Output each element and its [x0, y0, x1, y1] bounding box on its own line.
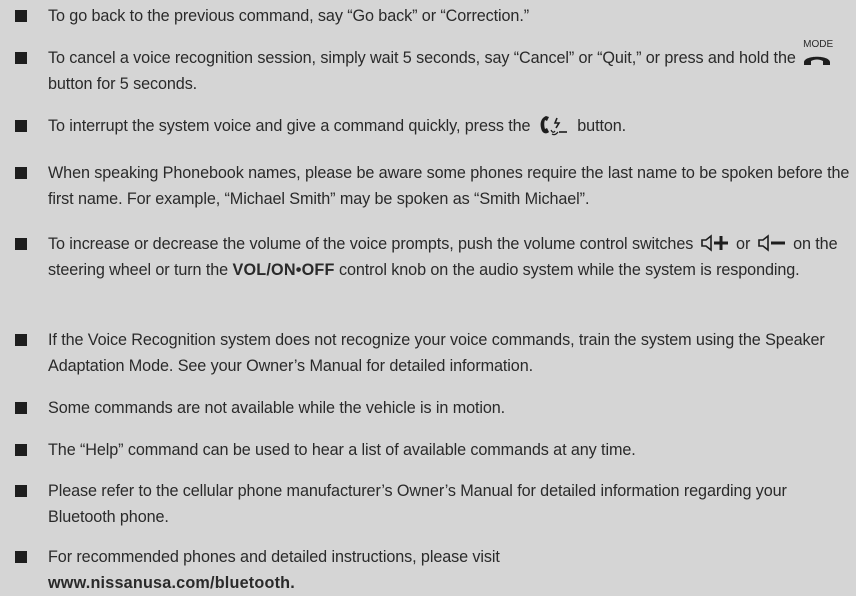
- bullet-square: [15, 52, 27, 64]
- volume-up-icon: [700, 234, 728, 252]
- bullet-square: [15, 444, 27, 456]
- tip-text: Please refer to the cellular phone manuf…: [48, 482, 787, 526]
- tip-go-back: To go back to the previous command, say …: [0, 3, 856, 29]
- tip-recommended-phones: For recommended phones and detailed inst…: [0, 544, 856, 596]
- bullet-square: [15, 10, 27, 22]
- volume-down-icon: [757, 234, 785, 252]
- tip-text: or: [736, 235, 751, 253]
- bullet-square: [15, 167, 27, 179]
- tip-text: To cancel a voice recognition session, s…: [48, 49, 796, 67]
- bluetooth-url-link[interactable]: www.nissanusa.com/bluetooth.: [48, 570, 850, 596]
- tip-phonebook: When speaking Phonebook names, please be…: [0, 160, 856, 212]
- tip-text: For recommended phones and detailed inst…: [48, 548, 500, 566]
- bullet-square: [15, 551, 27, 563]
- phone-hangup-icon: MODE: [802, 39, 833, 68]
- bullet-square: [15, 402, 27, 414]
- tip-text: The “Help” command can be used to hear a…: [48, 441, 636, 459]
- tip-interrupt: To interrupt the system voice and give a…: [0, 113, 856, 139]
- bullet-square: [15, 238, 27, 250]
- tip-speaker-adaptation: If the Voice Recognition system does not…: [0, 327, 856, 379]
- tip-text: To interrupt the system voice and give a…: [48, 117, 531, 135]
- tip-text: If the Voice Recognition system does not…: [48, 331, 825, 375]
- vol-knob-label: VOL/ON•OFF: [232, 261, 335, 279]
- tips-page: To go back to the previous command, say …: [0, 0, 856, 592]
- tip-bluetooth-manual: Please refer to the cellular phone manuf…: [0, 478, 856, 530]
- tip-text: button for 5 seconds.: [48, 75, 198, 93]
- tip-text: To go back to the previous command, say …: [48, 7, 530, 25]
- bullet-square: [15, 485, 27, 497]
- bullet-square: [15, 120, 27, 132]
- tip-text: button.: [577, 117, 627, 135]
- tip-text: When speaking Phonebook names, please be…: [48, 164, 850, 208]
- tip-volume: To increase or decrease the volume of th…: [0, 231, 856, 283]
- bullet-square: [15, 334, 27, 346]
- tip-motion: Some commands are not available while th…: [0, 395, 856, 421]
- tip-text: control knob on the audio system while t…: [338, 261, 800, 279]
- tip-text: To increase or decrease the volume of th…: [48, 235, 694, 253]
- tip-text: Some commands are not available while th…: [48, 399, 506, 417]
- mode-icon-label: MODE: [803, 38, 834, 50]
- tip-help: The “Help” command can be used to hear a…: [0, 437, 856, 463]
- talk-phone-icon: [540, 115, 567, 135]
- tip-cancel: To cancel a voice recognition session, s…: [0, 39, 856, 97]
